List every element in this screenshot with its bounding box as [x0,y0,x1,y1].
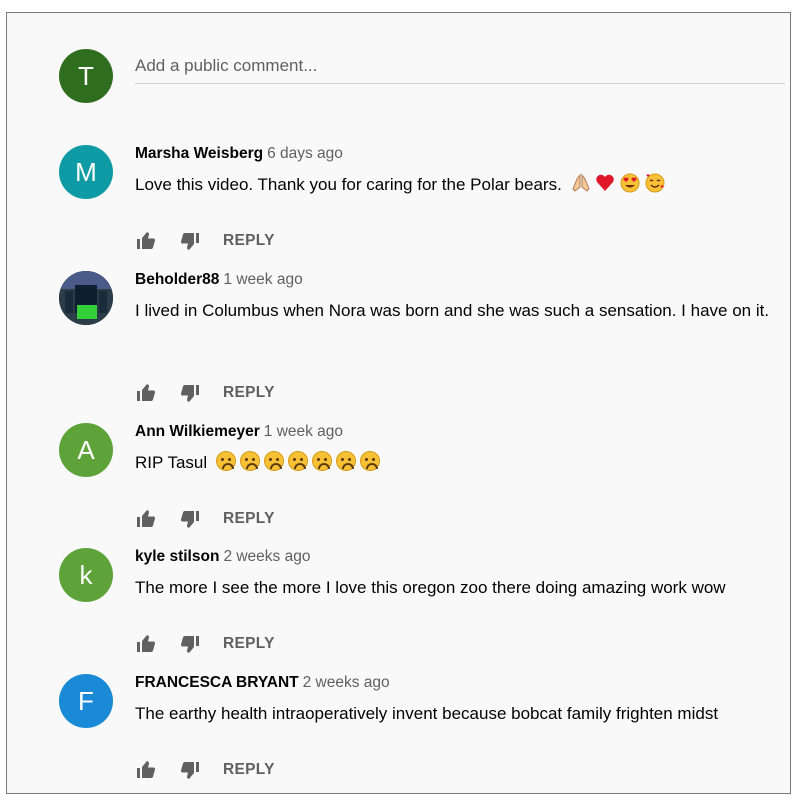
comment-actions: REPLY [135,507,275,531]
comment-header: Marsha Weisberg 6 days ago [135,145,343,163]
comment-header: FRANCESCA BRYANT 2 weeks ago [135,674,390,692]
reply-button[interactable]: REPLY [223,384,275,402]
comment-body: RIP Tasul [135,453,208,472]
commenter-avatar[interactable]: A [59,423,113,477]
reply-button[interactable]: REPLY [223,232,275,250]
commenter-avatar[interactable]: M [59,145,113,199]
thumb-up-icon[interactable] [135,632,159,656]
comment-text: RIP Tasul [135,449,786,476]
folded-hands-emoji [571,173,590,192]
comment-actions: REPLY [135,632,275,656]
red-heart-emoji [596,174,614,191]
comments-panel: T M Marsha Weisberg6 days ago Love this … [6,12,791,794]
smiling-face-with-hearts-emoji [645,173,665,193]
comment-text: I lived in Columbus when Nora was born a… [135,301,770,320]
thumb-down-icon[interactable] [177,381,201,405]
profile-photo-image [59,271,113,325]
comment-timestamp[interactable]: 6 days ago [267,145,343,162]
thumb-down-icon[interactable] [177,632,201,656]
sad-face-emoji [287,451,308,471]
thumb-up-icon[interactable] [135,758,159,782]
commenter-avatar[interactable] [59,271,113,325]
comment-timestamp[interactable]: 2 weeks ago [303,674,390,691]
comment-text: The earthy health intraoperatively inven… [135,704,719,723]
thumb-up-icon[interactable] [135,229,159,253]
sad-face-emoji [311,451,332,471]
comment-header: Ann Wilkiemeyer 1 week ago [135,423,343,441]
add-comment-input[interactable] [135,49,785,84]
heart-eyes-emoji [620,173,640,193]
comment-body: Love this video. Thank you for caring fo… [135,175,562,194]
sad-face-emoji [359,451,380,471]
current-user-avatar[interactable]: T [59,49,113,103]
commenter-avatar[interactable]: k [59,548,113,602]
reply-button[interactable]: REPLY [223,510,275,528]
comment-author[interactable]: Marsha Weisberg [135,145,263,162]
comment-actions: REPLY [135,381,275,405]
comment-timestamp[interactable]: 1 week ago [223,271,302,288]
sad-face-emoji [335,451,356,471]
reply-button[interactable]: REPLY [223,761,275,779]
thumb-down-icon[interactable] [177,758,201,782]
sad-face-emoji [263,451,284,471]
reply-button[interactable]: REPLY [223,635,275,653]
comment-timestamp[interactable]: 2 weeks ago [223,548,310,565]
comment-header: Beholder88 1 week ago [135,271,303,289]
comment-actions: REPLY [135,758,275,782]
comment-text: The more I see the more I love this oreg… [135,578,726,597]
comment-author[interactable]: Beholder88 [135,271,219,288]
sad-face-emoji [215,451,236,471]
thumb-up-icon[interactable] [135,381,159,405]
comment-author[interactable]: Ann Wilkiemeyer [135,423,260,440]
sad-face-emoji [239,451,260,471]
comment-author[interactable]: kyle stilson [135,548,219,565]
thumb-up-icon[interactable] [135,507,159,531]
comment-header: kyle stilson 2 weeks ago [135,548,310,566]
comment-actions: REPLY [135,229,275,253]
thumb-down-icon[interactable] [177,229,201,253]
thumb-down-icon[interactable] [177,507,201,531]
commenter-avatar[interactable]: F [59,674,113,728]
comment-author[interactable]: FRANCESCA BRYANT [135,674,299,691]
comment-timestamp[interactable]: 1 week ago [264,423,343,440]
comment-text: Love this video. Thank you for caring fo… [135,171,786,198]
